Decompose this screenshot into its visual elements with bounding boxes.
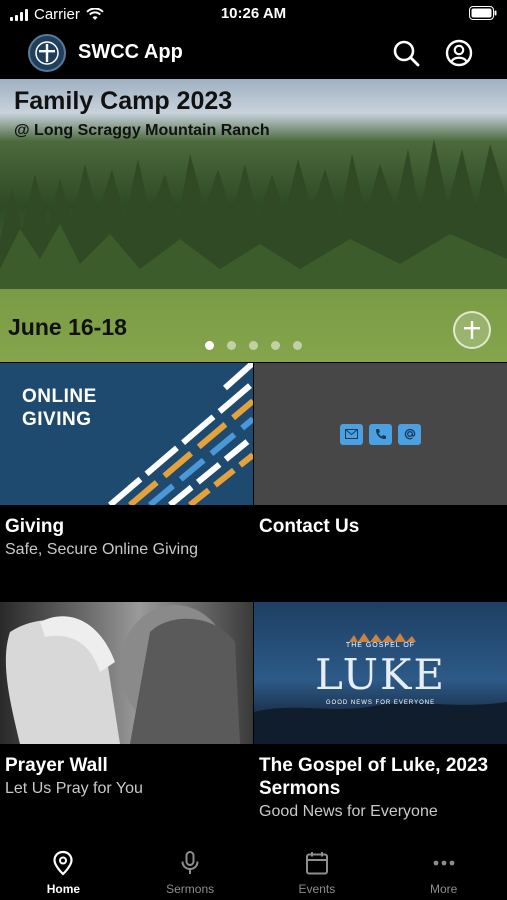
tab-sermons[interactable]: Sermons	[127, 840, 254, 900]
battery-icon	[469, 6, 497, 20]
contact-image	[254, 363, 507, 505]
status-time: 10:26 AM	[220, 5, 287, 22]
carousel-pager[interactable]	[0, 341, 507, 350]
at-icon	[398, 423, 421, 445]
tile-title: Prayer Wall	[5, 755, 108, 776]
app-logo[interactable]	[28, 34, 66, 72]
microphone-icon	[181, 851, 199, 874]
status-bar: Carrier 10:26 AM	[0, 0, 507, 28]
tile-subtitle: Safe, Secure Online Giving	[5, 541, 198, 558]
luke-image-small-text: THE GOSPEL OF	[345, 642, 416, 649]
hero-date: June 16-18	[8, 314, 127, 340]
tab-bar: Home Sermons Events More	[0, 840, 507, 900]
tile-prayer-wall[interactable]: Prayer Wall Let Us Pray for You	[0, 602, 253, 799]
tab-events[interactable]: Events	[254, 840, 381, 900]
app-title: SWCC App	[78, 41, 183, 63]
tile-giving[interactable]: ONLINE GIVING Giving Safe, Secure Online …	[0, 363, 253, 560]
hero-subtitle: @ Long Scraggy Mountain Ranch	[14, 122, 270, 139]
pager-dot[interactable]	[271, 341, 280, 350]
calendar-icon	[305, 852, 328, 875]
mail-icon	[340, 423, 363, 445]
cross-logo-icon	[35, 41, 59, 65]
search-icon	[393, 40, 420, 67]
location-pin-icon	[53, 850, 73, 876]
app-header: SWCC App	[0, 28, 507, 78]
more-dots-icon	[433, 860, 455, 866]
praying-hands-image	[0, 602, 253, 744]
tab-label: Home	[46, 882, 81, 896]
account-icon	[445, 39, 473, 67]
tab-label: Events	[298, 882, 336, 896]
pager-dot[interactable]	[293, 341, 302, 350]
phone-icon	[369, 423, 392, 445]
tile-contact[interactable]: Contact Us	[254, 363, 507, 538]
hero-banner[interactable]: Family Camp 2023 @ Long Scraggy Mountain…	[0, 79, 507, 362]
luke-series-image: THE GOSPEL OF LUKE GOOD NEWS FOR EVERYON…	[254, 602, 507, 744]
account-button[interactable]	[444, 38, 474, 68]
pager-dot[interactable]	[227, 341, 236, 350]
tile-subtitle: Good News for Everyone	[259, 803, 438, 820]
tile-subtitle: Let Us Pray for You	[5, 780, 143, 797]
tab-more[interactable]: More	[380, 840, 507, 900]
pager-dot[interactable]	[249, 341, 258, 350]
prayer-photo	[5, 605, 240, 744]
status-right	[469, 6, 497, 25]
online-giving-image-text: ONLINE GIVING	[22, 386, 97, 430]
luke-image-tagline: GOOD NEWS FOR EVERYONE	[325, 700, 436, 706]
tile-title: The Gospel of Luke, 2023 Sermons	[259, 755, 489, 799]
hero-title: Family Camp 2023	[14, 87, 233, 115]
tile-gospel-of-luke[interactable]: THE GOSPEL OF LUKE GOOD NEWS FOR EVERYON…	[254, 602, 507, 822]
giving-image: ONLINE GIVING	[0, 363, 253, 505]
tile-title: Giving	[5, 516, 65, 537]
tile-title: Contact Us	[259, 516, 360, 537]
tab-label: More	[429, 882, 458, 896]
luke-image-big-text: LUKE	[314, 650, 447, 699]
tab-home[interactable]: Home	[0, 840, 127, 900]
tab-label: Sermons	[166, 882, 215, 896]
forest-image	[0, 139, 507, 289]
pager-dot[interactable]	[205, 341, 214, 350]
search-button[interactable]	[391, 38, 421, 68]
